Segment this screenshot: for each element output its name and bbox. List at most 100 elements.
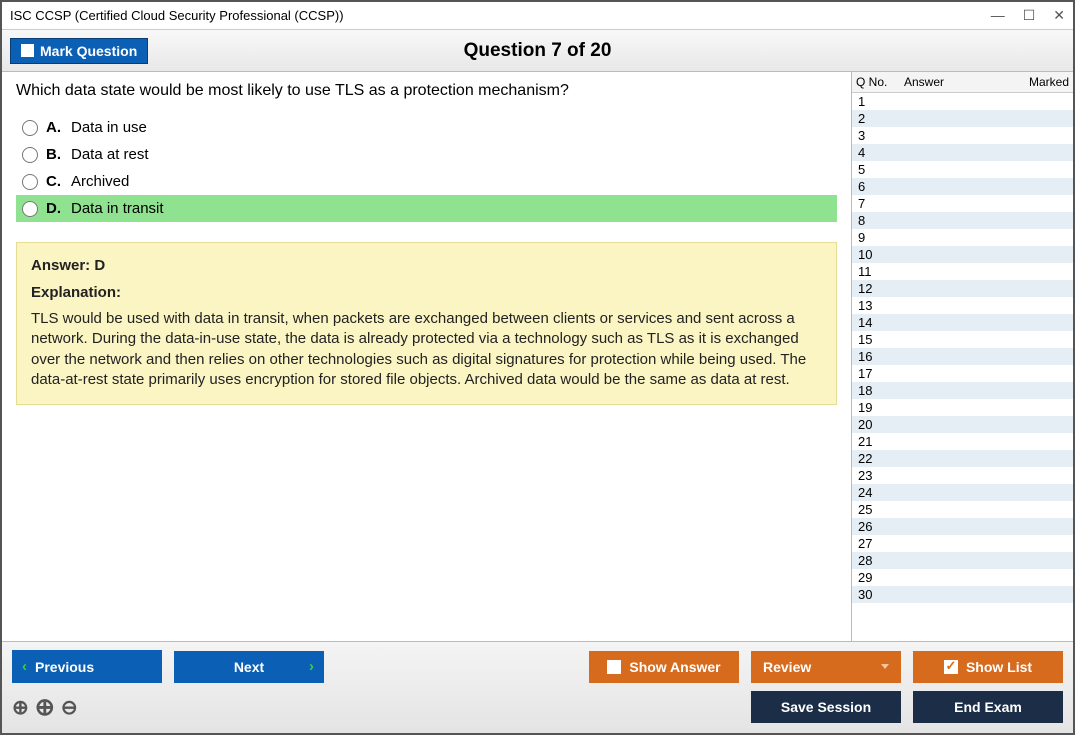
minimize-icon[interactable]: — — [991, 7, 1005, 24]
explanation-body: TLS would be used with data in transit, … — [31, 309, 822, 390]
save-session-label: Save Session — [781, 699, 871, 715]
option-radio[interactable] — [22, 201, 38, 217]
row-number: 20 — [852, 417, 900, 432]
body: Which data state would be most likely to… — [2, 72, 1073, 641]
row-number: 7 — [852, 196, 900, 211]
option-letter: B. — [46, 146, 61, 163]
question-list-panel: Q No. Answer Marked 12345678910111213141… — [851, 72, 1073, 641]
row-number: 30 — [852, 587, 900, 602]
option-text: Data in use — [71, 119, 147, 136]
row-number: 19 — [852, 400, 900, 415]
option-radio[interactable] — [22, 147, 38, 163]
question-header: Mark Question Question 7 of 20 — [2, 30, 1073, 72]
checkbox-icon — [21, 44, 34, 57]
end-exam-button[interactable]: End Exam — [913, 691, 1063, 723]
row-number: 24 — [852, 485, 900, 500]
answer-line: Answer: D — [31, 257, 822, 274]
list-row[interactable]: 24 — [852, 484, 1073, 501]
row-number: 21 — [852, 434, 900, 449]
list-row[interactable]: 10 — [852, 246, 1073, 263]
row-number: 9 — [852, 230, 900, 245]
option-b[interactable]: B. Data at rest — [16, 141, 837, 168]
zoom-out-icon[interactable]: ⊖ — [61, 695, 78, 720]
option-radio[interactable] — [22, 120, 38, 136]
list-row[interactable]: 23 — [852, 467, 1073, 484]
row-number: 6 — [852, 179, 900, 194]
main-panel: Which data state would be most likely to… — [2, 72, 851, 641]
option-text: Data in transit — [71, 200, 164, 217]
list-row[interactable]: 28 — [852, 552, 1073, 569]
list-row[interactable]: 9 — [852, 229, 1073, 246]
list-row[interactable]: 4 — [852, 144, 1073, 161]
list-row[interactable]: 15 — [852, 331, 1073, 348]
option-d[interactable]: D. Data in transit — [16, 195, 837, 222]
list-row[interactable]: 29 — [852, 569, 1073, 586]
row-number: 28 — [852, 553, 900, 568]
row-number: 2 — [852, 111, 900, 126]
row-number: 22 — [852, 451, 900, 466]
maximize-icon[interactable]: ☐ — [1023, 7, 1036, 24]
list-row[interactable]: 16 — [852, 348, 1073, 365]
list-row[interactable]: 7 — [852, 195, 1073, 212]
col-answer: Answer — [900, 72, 1013, 92]
list-row[interactable]: 26 — [852, 518, 1073, 535]
list-row[interactable]: 13 — [852, 297, 1073, 314]
previous-button[interactable]: ‹ Previous — [12, 650, 162, 683]
list-row[interactable]: 12 — [852, 280, 1073, 297]
next-button[interactable]: Next › — [174, 651, 324, 683]
list-row[interactable]: 22 — [852, 450, 1073, 467]
list-row[interactable]: 25 — [852, 501, 1073, 518]
chevron-down-icon — [881, 664, 889, 669]
row-number: 25 — [852, 502, 900, 517]
mark-question-label: Mark Question — [40, 43, 137, 59]
option-letter: C. — [46, 173, 61, 190]
col-qno: Q No. — [852, 72, 900, 92]
row-number: 1 — [852, 94, 900, 109]
option-letter: D. — [46, 200, 61, 217]
option-a[interactable]: A. Data in use — [16, 114, 837, 141]
list-row[interactable]: 5 — [852, 161, 1073, 178]
titlebar: ISC CCSP (Certified Cloud Security Profe… — [2, 2, 1073, 30]
row-number: 15 — [852, 332, 900, 347]
option-radio[interactable] — [22, 174, 38, 190]
save-session-button[interactable]: Save Session — [751, 691, 901, 723]
show-answer-label: Show Answer — [629, 659, 720, 675]
zoom-in-icon[interactable]: ⊕ — [35, 693, 55, 722]
list-row[interactable]: 6 — [852, 178, 1073, 195]
next-label: Next — [234, 659, 264, 675]
row-number: 11 — [852, 264, 900, 279]
question-list[interactable]: 1234567891011121314151617181920212223242… — [852, 93, 1073, 641]
list-row[interactable]: 30 — [852, 586, 1073, 603]
option-c[interactable]: C. Archived — [16, 168, 837, 195]
question-text: Which data state would be most likely to… — [16, 82, 837, 100]
list-row[interactable]: 14 — [852, 314, 1073, 331]
list-row[interactable]: 20 — [852, 416, 1073, 433]
row-number: 12 — [852, 281, 900, 296]
list-row[interactable]: 1 — [852, 93, 1073, 110]
list-row[interactable]: 21 — [852, 433, 1073, 450]
explanation-heading: Explanation: — [31, 284, 822, 301]
checkbox-icon — [607, 660, 621, 674]
list-row[interactable]: 3 — [852, 127, 1073, 144]
close-icon[interactable]: ✕ — [1053, 7, 1065, 24]
row-number: 26 — [852, 519, 900, 534]
list-row[interactable]: 11 — [852, 263, 1073, 280]
list-row[interactable]: 27 — [852, 535, 1073, 552]
app-window: ISC CCSP (Certified Cloud Security Profe… — [0, 0, 1075, 735]
row-number: 17 — [852, 366, 900, 381]
list-row[interactable]: 2 — [852, 110, 1073, 127]
show-list-button[interactable]: Show List — [913, 651, 1063, 683]
row-number: 4 — [852, 145, 900, 160]
zoom-reset-icon[interactable]: ⊕ — [12, 695, 29, 720]
option-text: Data at rest — [71, 146, 149, 163]
mark-question-button[interactable]: Mark Question — [10, 38, 148, 64]
show-answer-button[interactable]: Show Answer — [589, 651, 739, 683]
list-row[interactable]: 18 — [852, 382, 1073, 399]
list-row[interactable]: 8 — [852, 212, 1073, 229]
checkbox-checked-icon — [944, 660, 958, 674]
list-row[interactable]: 19 — [852, 399, 1073, 416]
review-dropdown[interactable]: Review — [751, 651, 901, 683]
options-group: A. Data in useB. Data at restC. Archived… — [16, 114, 837, 222]
window-title: ISC CCSP (Certified Cloud Security Profe… — [10, 8, 344, 23]
list-row[interactable]: 17 — [852, 365, 1073, 382]
